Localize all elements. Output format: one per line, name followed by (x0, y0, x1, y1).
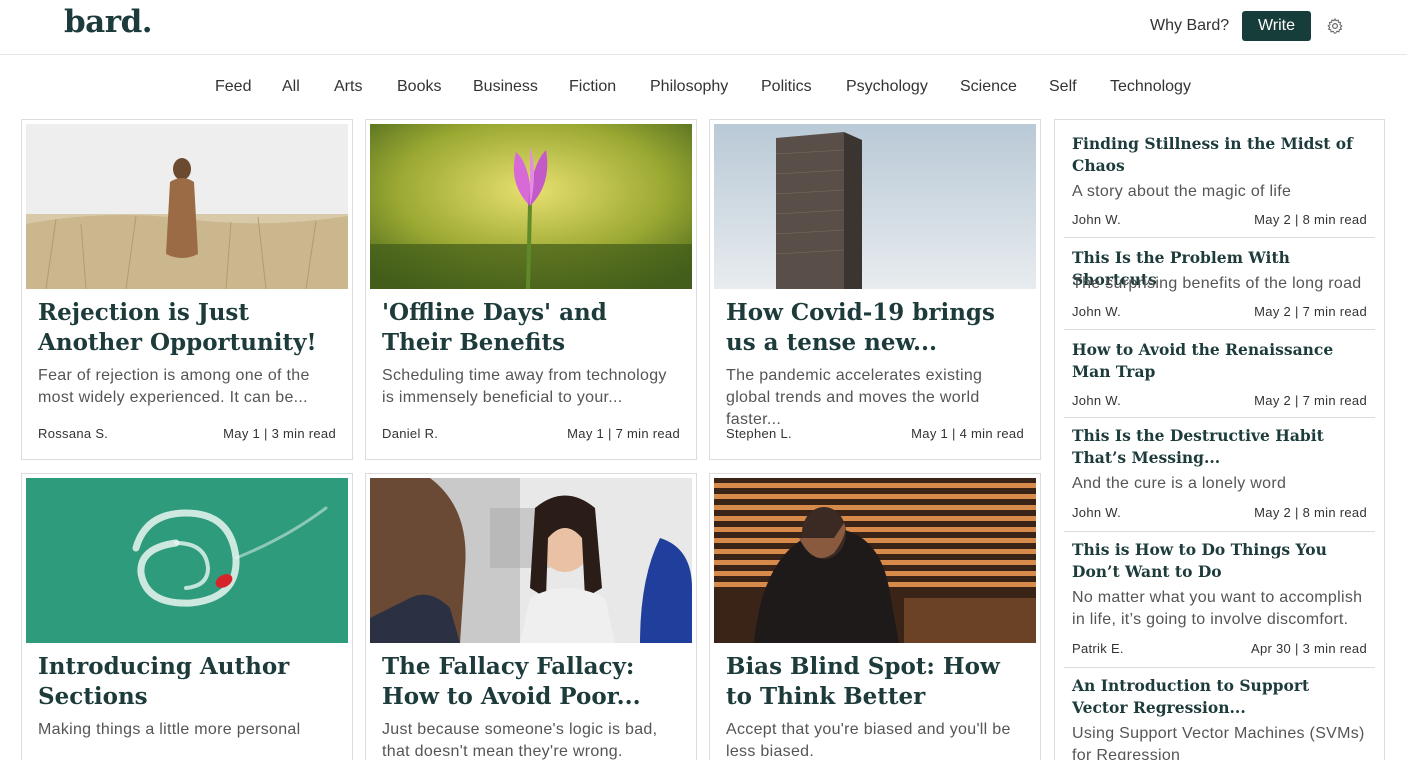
article-card[interactable]: Introducing Author Sections Making thing… (21, 473, 353, 760)
article-summary: The pandemic accelerates existing global… (726, 367, 983, 428)
sidebar-article-meta: May 2 | 8 min read (1254, 505, 1367, 520)
article-author[interactable]: Rossana S. (38, 426, 108, 441)
sidebar-article[interactable]: This is How to Do Things You Don’t Want … (1064, 532, 1375, 668)
article-title[interactable]: The Fallacy Fallacy: How to Avoid Poor..… (382, 652, 682, 712)
nav-business[interactable]: Business (473, 78, 538, 96)
sidebar-article-subtitle: The surprising benefits of the long road (1072, 275, 1362, 292)
article-summary: Scheduling time away from technology is … (382, 367, 667, 406)
sidebar-article-meta: May 2 | 8 min read (1254, 212, 1367, 227)
article-image-woman-in-field[interactable] (26, 124, 348, 289)
article-image-crocus-flower[interactable] (370, 124, 692, 289)
nav-science[interactable]: Science (960, 78, 1017, 96)
sidebar-article-subtitle: Using Support Vector Machines (SVMs) for… (1072, 725, 1365, 760)
sidebar-article-title[interactable]: Finding Stillness in the Midst of Chaos (1072, 133, 1362, 177)
nav-feed[interactable]: Feed (215, 78, 251, 96)
sidebar-article[interactable]: How to Avoid the Renaissance Man Trap Jo… (1064, 330, 1375, 418)
article-author[interactable]: Daniel R. (382, 426, 438, 441)
why-bard-link[interactable]: Why Bard? (1150, 17, 1229, 35)
article-title[interactable]: Bias Blind Spot: How to Think Better (726, 652, 1026, 712)
sidebar-article-subtitle: And the cure is a lonely word (1072, 475, 1287, 492)
nav-technology[interactable]: Technology (1110, 78, 1191, 96)
nav-fiction[interactable]: Fiction (569, 78, 616, 96)
sidebar-article-author[interactable]: John W. (1072, 393, 1121, 408)
category-nav: Feed All Arts Books Business Fiction Phi… (0, 78, 1407, 98)
article-title[interactable]: Introducing Author Sections (38, 652, 338, 712)
sidebar-article-title[interactable]: This is How to Do Things You Don’t Want … (1072, 539, 1362, 583)
sidebar-article-title[interactable]: How to Avoid the Renaissance Man Trap (1072, 339, 1362, 383)
sidebar-article-author[interactable]: John W. (1072, 212, 1121, 227)
nav-books[interactable]: Books (397, 78, 441, 96)
article-image-jet-ski[interactable] (26, 478, 348, 643)
article-author[interactable]: Stephen L. (726, 426, 792, 441)
nav-psychology[interactable]: Psychology (846, 78, 928, 96)
article-meta: May 1 | 4 min read (911, 426, 1024, 441)
trending-sidebar: Finding Stillness in the Midst of Chaos … (1054, 119, 1385, 760)
nav-politics[interactable]: Politics (761, 78, 812, 96)
article-title[interactable]: Rejection is Just Another Opportunity! (38, 298, 338, 358)
sidebar-article-meta: Apr 30 | 3 min read (1250, 641, 1367, 656)
article-card[interactable]: The Fallacy Fallacy: How to Avoid Poor..… (365, 473, 697, 760)
sidebar-article-meta: May 2 | 7 min read (1254, 393, 1367, 408)
article-card[interactable]: 'Offline Days' and Their Benefits Schedu… (365, 119, 697, 460)
article-image-skyscraper[interactable] (714, 124, 1036, 289)
sidebar-article-subtitle: A story about the magic of life (1072, 183, 1292, 200)
sidebar-article[interactable]: An Introduction to Support Vector Regres… (1064, 668, 1375, 760)
bard-logo[interactable]: bard. (64, 4, 153, 40)
sidebar-article[interactable]: This Is the Problem With Shortcuts The s… (1064, 238, 1375, 330)
nav-self[interactable]: Self (1049, 78, 1077, 96)
top-header: bard. Why Bard? Write (0, 0, 1407, 55)
sidebar-article-title[interactable]: This Is the Destructive Habit That’s Mes… (1072, 425, 1362, 469)
article-summary: Accept that you're biased and you'll be … (726, 721, 1011, 760)
sidebar-article-subtitle: No matter what you want to accomplish in… (1072, 589, 1363, 628)
article-title[interactable]: 'Offline Days' and Their Benefits (382, 298, 682, 358)
article-summary: Making things a little more personal (38, 721, 301, 738)
article-card[interactable]: Rejection is Just Another Opportunity! F… (21, 119, 353, 460)
article-summary: Fear of rejection is among one of the mo… (38, 367, 310, 406)
sidebar-article-meta: May 2 | 7 min read (1254, 304, 1367, 319)
write-button[interactable]: Write (1242, 11, 1311, 41)
gear-icon[interactable] (1326, 17, 1344, 35)
article-meta: May 1 | 3 min read (223, 426, 336, 441)
article-image-man-head-in-hands[interactable] (714, 478, 1036, 643)
sidebar-article-author[interactable]: Patrik E. (1072, 641, 1124, 656)
sidebar-article-title[interactable]: An Introduction to Support Vector Regres… (1072, 675, 1362, 719)
sidebar-article[interactable]: Finding Stillness in the Midst of Chaos … (1064, 120, 1375, 238)
article-title[interactable]: How Covid-19 brings us a tense new... (726, 298, 1026, 358)
article-meta: May 1 | 7 min read (567, 426, 680, 441)
sidebar-article-author[interactable]: John W. (1072, 304, 1121, 319)
article-card[interactable]: How Covid-19 brings us a tense new... Th… (709, 119, 1041, 460)
sidebar-article-author[interactable]: John W. (1072, 505, 1121, 520)
sidebar-article[interactable]: This Is the Destructive Habit That’s Mes… (1064, 418, 1375, 532)
nav-arts[interactable]: Arts (334, 78, 362, 96)
article-image-people-talking[interactable] (370, 478, 692, 643)
article-card[interactable]: Bias Blind Spot: How to Think Better Acc… (709, 473, 1041, 760)
nav-philosophy[interactable]: Philosophy (650, 78, 728, 96)
article-summary: Just because someone's logic is bad, tha… (382, 721, 658, 760)
nav-all[interactable]: All (282, 78, 300, 96)
